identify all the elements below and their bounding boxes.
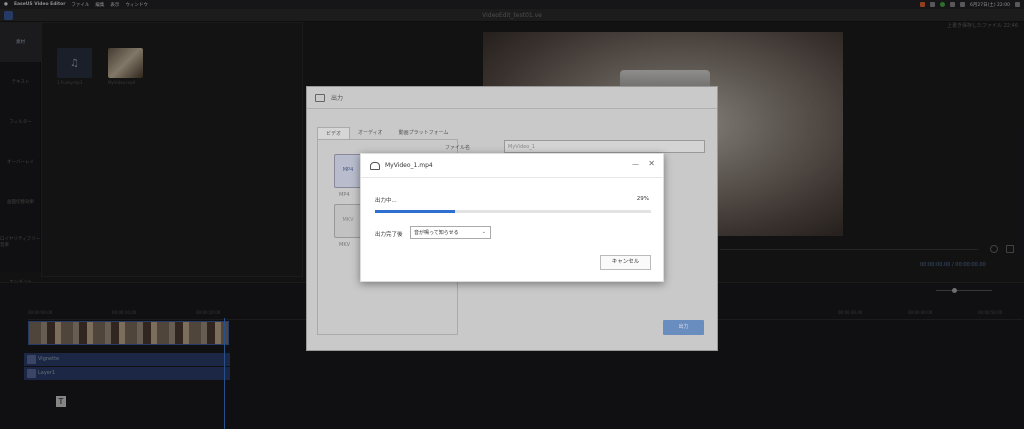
tab-audio[interactable]: オーディオ xyxy=(350,127,391,139)
export-icon xyxy=(315,93,325,102)
after-complete-select[interactable]: 音が鳴って知らせる ⌄ xyxy=(410,226,491,239)
progress-percent: 29% xyxy=(636,196,649,202)
tab-video[interactable]: ビデオ xyxy=(317,127,351,139)
filename-input[interactable]: MyVideo_1 xyxy=(504,140,705,153)
format-icon-label: MKV xyxy=(342,217,354,223)
after-complete-label: 出力完了後 xyxy=(375,232,403,238)
export-dialog-header: 出力 xyxy=(307,87,717,109)
tab-platform[interactable]: 動画プラットフォーム xyxy=(391,127,457,139)
progress-dialog-header: MyVideo_1.mp4 — ✕ xyxy=(361,154,663,178)
filename-label: ファイル名 xyxy=(445,145,471,151)
export-tabs: ビデオ オーディオ 動画プラットフォーム xyxy=(317,127,457,139)
cancel-button[interactable]: キャンセル xyxy=(600,255,651,270)
progress-bar-fill xyxy=(375,210,456,213)
format-name: MKV xyxy=(339,242,351,248)
minimize-icon[interactable]: — xyxy=(632,160,639,168)
cloud-upload-icon xyxy=(370,161,380,170)
progress-status: 出力中... xyxy=(375,198,397,204)
format-name: MP4 xyxy=(339,192,350,198)
export-dialog-title: 出力 xyxy=(331,95,344,102)
progress-bar xyxy=(375,210,651,213)
format-mkv[interactable]: MKV xyxy=(334,204,362,238)
after-complete-value: 音が鳴って知らせる xyxy=(414,230,459,236)
format-icon-label: MP4 xyxy=(342,167,354,173)
progress-dialog: MyVideo_1.mp4 — ✕ 出力中... 29% 出力完了後 音が鳴って… xyxy=(360,153,664,282)
close-icon[interactable]: ✕ xyxy=(648,159,655,168)
format-mp4[interactable]: MP4 xyxy=(334,154,362,188)
chevron-down-icon: ⌄ xyxy=(481,229,486,235)
progress-filename: MyVideo_1.mp4 xyxy=(385,162,433,169)
export-button[interactable]: 出力 xyxy=(663,320,704,335)
